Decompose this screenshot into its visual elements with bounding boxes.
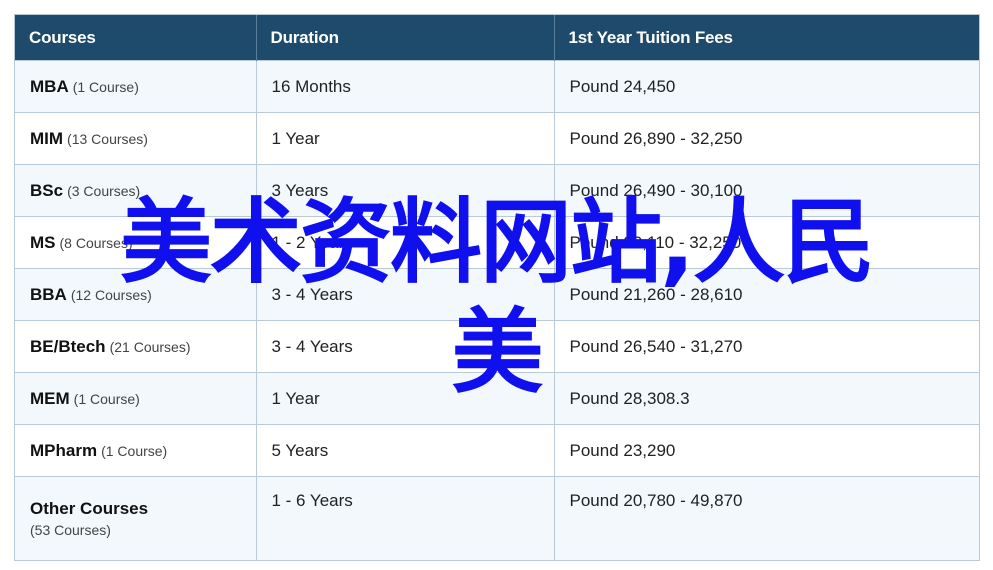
header-fees: 1st Year Tuition Fees (554, 15, 979, 61)
course-name: MS (30, 232, 56, 252)
table-row: BBA (12 Courses) 3 - 4 Years Pound 21,260… (15, 268, 979, 321)
course-count: (1 Course) (101, 442, 168, 459)
course-count: (21 Courses) (109, 338, 191, 355)
course-count: (3 Courses) (67, 182, 141, 199)
course-name: BBA (30, 284, 67, 304)
course-count: (8 Courses) (59, 234, 133, 251)
header-duration: Duration (256, 15, 555, 61)
course-cell: BE/Btech (21 Courses) (15, 320, 257, 373)
table-row: MBA (1 Course) 16 Months Pound 24,450 (15, 60, 979, 113)
table-row: BSc (3 Courses) 3 Years Pound 26,490 - 30… (15, 164, 979, 217)
course-cell: MIM (13 Courses) (15, 112, 257, 165)
course-name: MEM (30, 388, 70, 408)
course-name: Other Courses (30, 499, 149, 518)
tuition-table-container: Courses Duration 1st Year Tuition Fees M… (14, 14, 980, 561)
duration-cell: 1 Year (256, 372, 555, 425)
fees-cell: Pound 21,260 - 28,610 (554, 268, 979, 321)
table-row: Other Courses (53 Courses) 1 - 6 Years Po… (15, 476, 979, 560)
table-header-row: Courses Duration 1st Year Tuition Fees (15, 15, 979, 61)
duration-cell: 16 Months (256, 60, 555, 113)
tuition-table: Courses Duration 1st Year Tuition Fees M… (15, 15, 979, 560)
course-name: BSc (30, 180, 64, 200)
course-count: (12 Courses) (70, 286, 152, 303)
course-name: BE/Btech (30, 336, 106, 356)
course-count: (1 Course) (72, 78, 139, 95)
duration-cell: 3 - 4 Years (256, 320, 555, 373)
table-row: MS (8 Courses) 1 - 2 Years Pound 20,110 -… (15, 216, 979, 269)
fees-cell: Pound 26,540 - 31,270 (554, 320, 979, 373)
course-cell: Other Courses (53 Courses) (15, 476, 257, 560)
duration-cell: 1 - 6 Years (256, 476, 555, 560)
fees-cell: Pound 28,308.3 (554, 372, 979, 425)
table-row: MIM (13 Courses) 1 Year Pound 26,890 - 32… (15, 112, 979, 165)
duration-cell: 1 - 2 Years (256, 216, 555, 269)
duration-cell: 3 - 4 Years (256, 268, 555, 321)
course-name: MPharm (30, 440, 98, 460)
fees-cell: Pound 26,490 - 30,100 (554, 164, 979, 217)
fees-cell: Pound 26,890 - 32,250 (554, 112, 979, 165)
course-cell: MBA (1 Course) (15, 60, 257, 113)
course-name: MBA (30, 76, 69, 96)
table-row: BE/Btech (21 Courses) 3 - 4 Years Pound 2… (15, 320, 979, 373)
course-cell: MS (8 Courses) (15, 216, 257, 269)
duration-cell: 3 Years (256, 164, 555, 217)
course-count: (13 Courses) (67, 130, 148, 147)
course-name: MIM (30, 128, 64, 148)
fees-cell: Pound 24,450 (554, 60, 979, 113)
course-cell: MPharm (1 Course) (15, 424, 257, 477)
course-count: (1 Course) (73, 390, 140, 407)
course-cell: MEM (1 Course) (15, 372, 257, 425)
fees-cell: Pound 20,780 - 49,870 (554, 476, 979, 560)
table-row: MEM (1 Course) 1 Year Pound 28,308.3 (15, 372, 979, 425)
duration-cell: 5 Years (256, 424, 555, 477)
table-row: MPharm (1 Course) 5 Years Pound 23,290 (15, 424, 979, 477)
duration-cell: 1 Year (256, 112, 555, 165)
fees-cell: Pound 23,290 (554, 424, 979, 477)
fees-cell: Pound 20,110 - 32,250 (554, 216, 979, 269)
header-courses: Courses (15, 15, 257, 61)
course-count: (53 Courses) (30, 522, 111, 538)
course-cell: BBA (12 Courses) (15, 268, 257, 321)
course-cell: BSc (3 Courses) (15, 164, 257, 217)
